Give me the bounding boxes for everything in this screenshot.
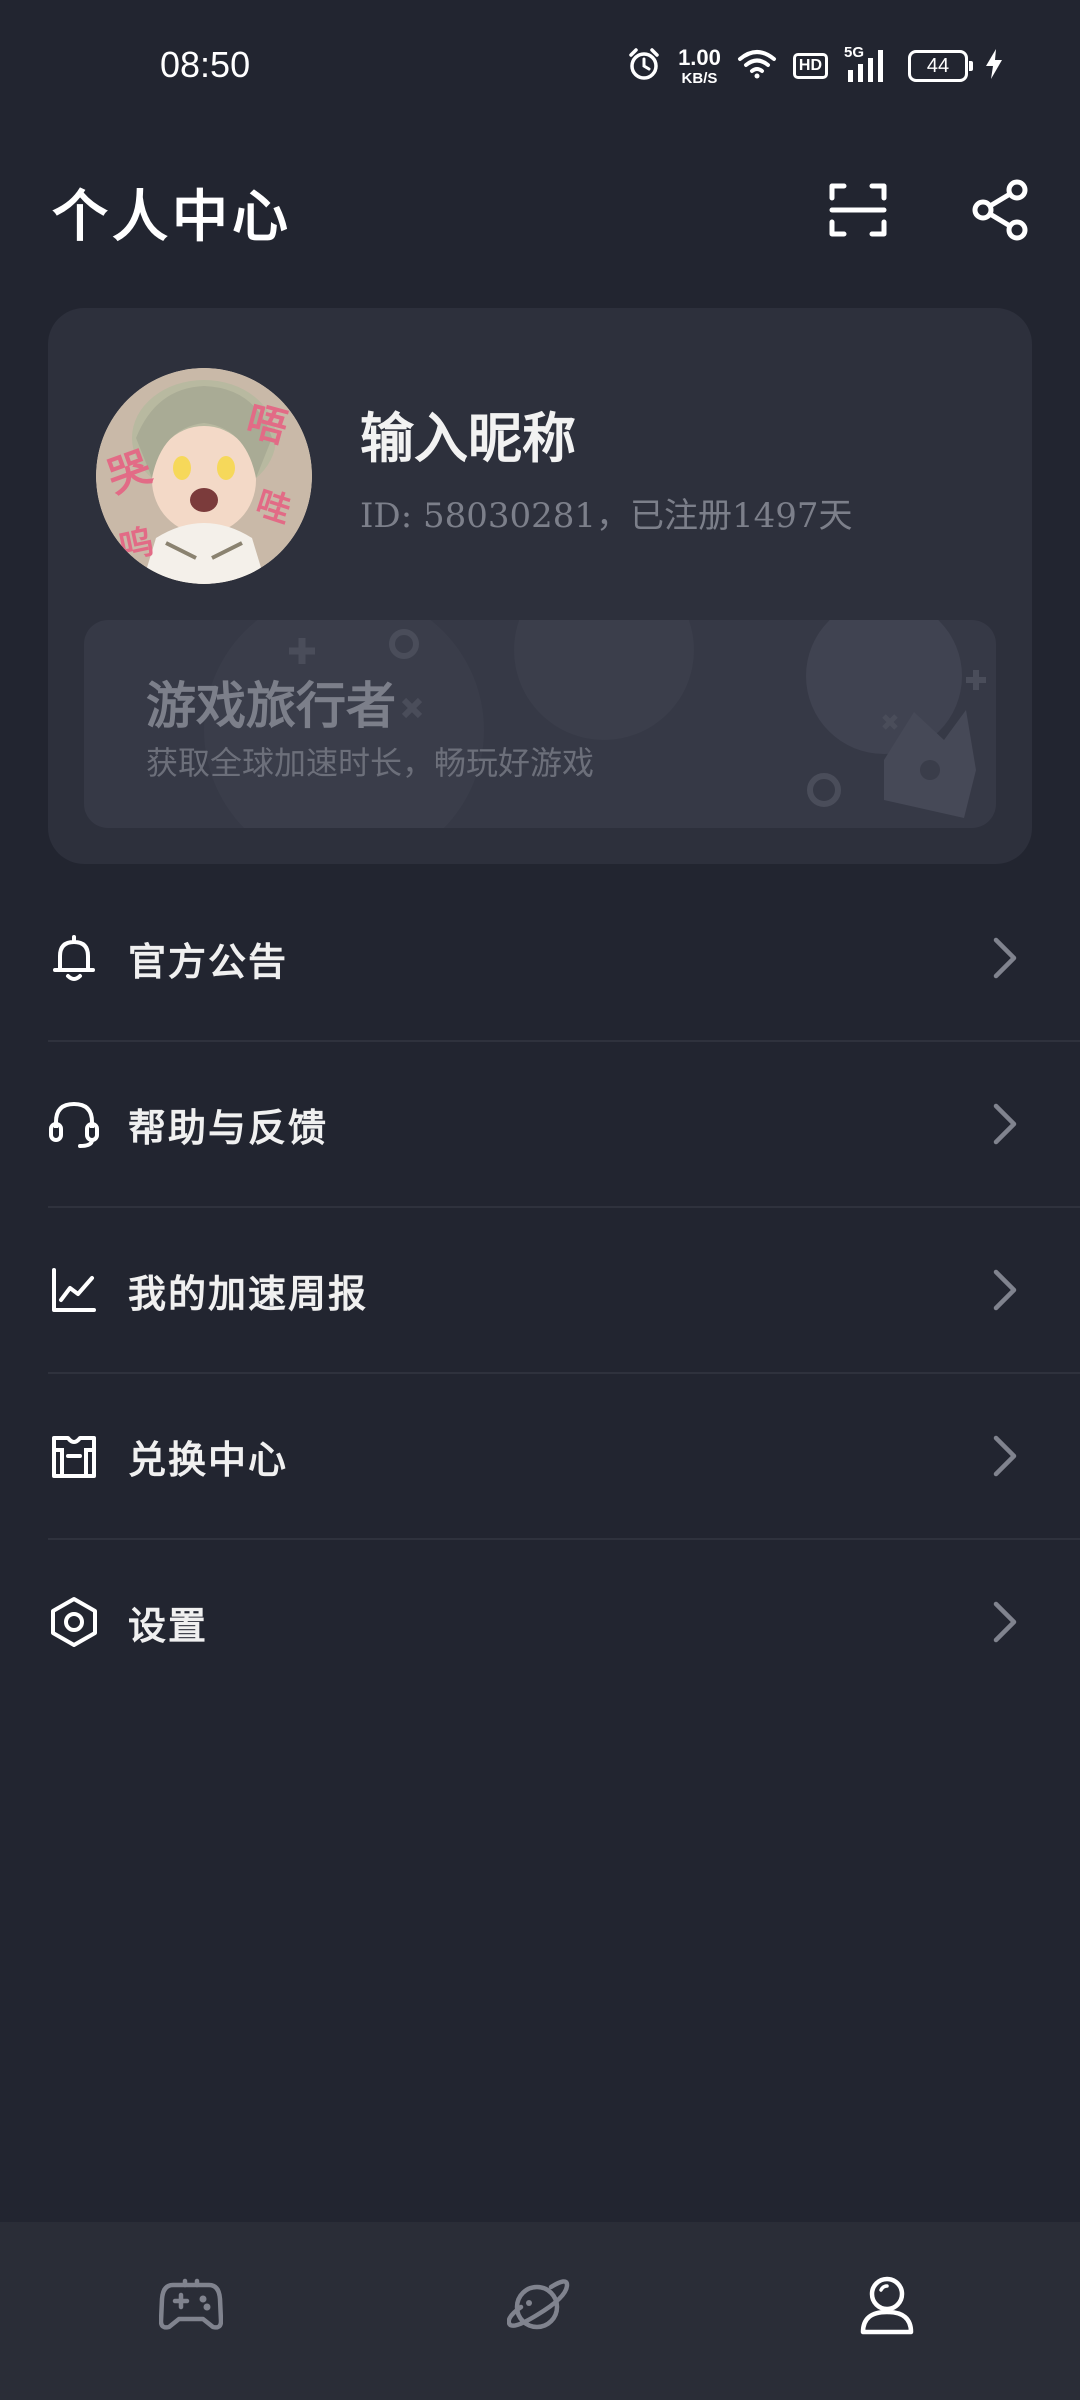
- hd-icon: HD: [792, 53, 828, 79]
- nickname[interactable]: 输入昵称: [360, 394, 576, 473]
- menu-list: 官方公告 帮助与反馈 我的加速周报 兑换中心 设置: [48, 876, 1080, 1704]
- page-title: 个人中心: [52, 184, 292, 250]
- chart-icon: [48, 1264, 100, 1316]
- scan-button[interactable]: [824, 178, 892, 246]
- status-icons: 1.00 KB/S HD 5G 44: [626, 44, 1004, 87]
- net-speed-unit: KB/S: [681, 69, 718, 87]
- chevron-right-icon: [980, 1598, 1028, 1646]
- menu-label: 设置: [128, 1602, 209, 1648]
- chevron-right-icon: [980, 934, 1028, 982]
- vip-banner[interactable]: 游戏旅行者 获取全球加速时长，畅玩好游戏: [84, 620, 996, 828]
- headset-icon: [48, 1098, 100, 1150]
- vip-title: 游戏旅行者: [146, 676, 396, 735]
- menu-label: 官方公告: [128, 938, 289, 984]
- share-icon: [971, 179, 1029, 245]
- settings-hex-icon: [48, 1596, 100, 1648]
- menu-label: 帮助与反馈: [128, 1104, 329, 1150]
- chevron-right-icon: [980, 1432, 1028, 1480]
- bell-icon: [48, 932, 100, 984]
- vip-subtitle: 获取全球加速时长，畅玩好游戏: [146, 744, 595, 782]
- net-speed: 1.00 KB/S: [678, 44, 721, 87]
- wifi-icon: [737, 48, 777, 84]
- shirt-icon: [48, 1430, 100, 1482]
- menu-label: 我的加速周报: [128, 1270, 369, 1316]
- nav-tab-games[interactable]: [146, 2262, 236, 2352]
- menu-label: 兑换中心: [128, 1436, 289, 1482]
- person-icon: [859, 2274, 915, 2340]
- status-bar: 08:50 1.00 KB/S HD 5G 44: [0, 0, 1080, 140]
- status-time: 08:50: [160, 44, 251, 85]
- signal-5g-icon: 5G: [844, 44, 892, 84]
- gamepad-icon: [158, 2277, 224, 2337]
- nav-tab-discover[interactable]: [494, 2262, 584, 2352]
- avatar[interactable]: 哭 唔 呜 哇: [96, 368, 312, 584]
- alarm-icon: [626, 46, 662, 86]
- menu-item-weekly-report[interactable]: 我的加速周报: [48, 1208, 1080, 1374]
- share-button[interactable]: [966, 178, 1034, 246]
- user-id: ID: 58030281，已注册1497天: [360, 496, 853, 536]
- nav-tab-profile[interactable]: [842, 2262, 932, 2352]
- planet-icon: [506, 2273, 571, 2341]
- menu-item-settings[interactable]: 设置: [48, 1540, 1080, 1704]
- chevron-right-icon: [980, 1266, 1028, 1314]
- profile-card[interactable]: 哭 唔 呜 哇 输入昵称 ID: 58030281，已注册1497天 游戏旅行者…: [48, 308, 1032, 864]
- menu-item-help-feedback[interactable]: 帮助与反馈: [48, 1042, 1080, 1208]
- avatar-image: 哭 唔 呜 哇: [96, 368, 312, 584]
- charging-icon: [984, 48, 1004, 84]
- bottom-nav: [0, 2222, 1080, 2400]
- menu-item-redeem-center[interactable]: 兑换中心: [48, 1374, 1080, 1540]
- menu-item-announcements[interactable]: 官方公告: [48, 876, 1080, 1042]
- net-speed-value: 1.00: [678, 44, 721, 70]
- chevron-right-icon: [980, 1100, 1028, 1148]
- scan-icon: [828, 180, 888, 244]
- battery-icon: 44: [908, 50, 973, 82]
